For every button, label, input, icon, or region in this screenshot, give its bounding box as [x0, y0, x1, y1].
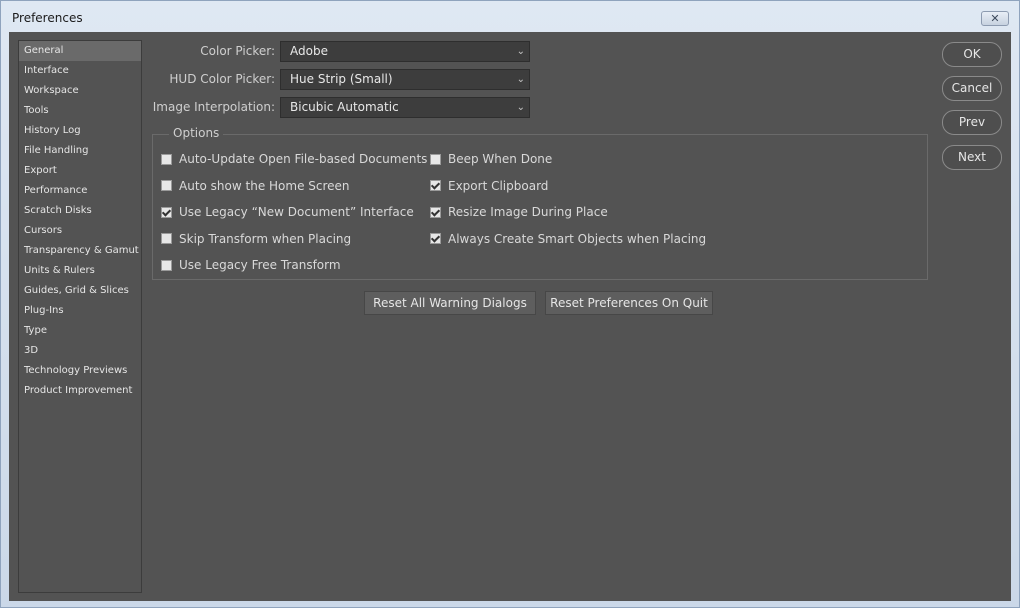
color-picker-value: Adobe	[290, 44, 328, 58]
ok-button[interactable]: OK	[942, 42, 1002, 67]
options-group-label: Options	[169, 126, 224, 140]
sidebar-item-guides-grid-slices[interactable]: Guides, Grid & Slices	[19, 281, 141, 301]
checkbox-unchecked[interactable]	[161, 180, 172, 191]
option-label: Always Create Smart Objects when Placing	[448, 231, 707, 246]
option-label: Use Legacy “New Document” Interface	[179, 205, 414, 219]
close-button[interactable]: ✕	[981, 11, 1009, 26]
color-picker-label: Color Picker:	[200, 44, 275, 58]
chevron-down-icon: ⌄	[516, 46, 525, 57]
category-list: General Interface Workspace Tools History Lo…	[18, 40, 142, 593]
sidebar-item-scratch-disks[interactable]: Scratch Disks	[19, 201, 141, 221]
sidebar-item-performance[interactable]: Performance	[19, 181, 141, 201]
option-right-2[interactable]: Resize Image During Place	[430, 205, 608, 219]
title-bar[interactable]: Preferences ✕	[1, 1, 1019, 32]
image-interpolation-value: Bicubic Automatic	[290, 100, 399, 114]
option-left-1[interactable]: Auto show the Home Screen	[161, 179, 350, 193]
chevron-down-icon: ⌄	[516, 74, 525, 85]
option-label: Auto-Update Open File-based Documents	[179, 152, 428, 166]
hud-color-picker-value: Hue Strip (Small)	[290, 72, 393, 86]
sidebar-item-units-rulers[interactable]: Units & Rulers	[19, 261, 141, 281]
preferences-window: Preferences ✕ General Interface Workspace T…	[0, 0, 1020, 608]
sidebar-item-type[interactable]: Type	[19, 321, 141, 341]
reset-all-warning-dialogs-button[interactable]: Reset All Warning Dialogs	[364, 291, 536, 315]
option-right-1[interactable]: Export Clipboard	[430, 179, 548, 193]
sidebar-item-history-log[interactable]: History Log	[19, 121, 141, 141]
sidebar-item-tools[interactable]: Tools	[19, 101, 141, 121]
hud-color-picker-label: HUD Color Picker:	[169, 72, 275, 86]
option-label: Skip Transform when Placing	[179, 231, 352, 246]
sidebar-item-3d[interactable]: 3D	[19, 341, 141, 361]
sidebar-item-interface[interactable]: Interface	[19, 61, 141, 81]
next-button[interactable]: Next	[942, 145, 1002, 170]
image-interpolation-label: Image Interpolation:	[152, 100, 275, 114]
hud-color-picker-select[interactable]: Hue Strip (Small) ⌄	[280, 69, 530, 90]
options-group: Options Auto-Update Open File-based Docu…	[152, 126, 928, 280]
sidebar-item-transparency-gamut[interactable]: Transparency & Gamut	[19, 241, 141, 261]
sidebar-item-workspace[interactable]: Workspace	[19, 81, 141, 101]
checkbox-checked[interactable]	[430, 233, 441, 244]
sidebar-item-product-improvement[interactable]: Product Improvement	[19, 381, 141, 401]
sidebar-item-plug-ins[interactable]: Plug-Ins	[19, 301, 141, 321]
checkbox-checked[interactable]	[430, 206, 441, 218]
option-label: Export Clipboard	[448, 178, 549, 193]
prev-button[interactable]: Prev	[942, 110, 1002, 135]
sidebar-item-file-handling[interactable]: File Handling	[19, 141, 141, 161]
checkbox-unchecked[interactable]	[161, 259, 172, 271]
sidebar-item-export[interactable]: Export	[19, 161, 141, 181]
checkbox-unchecked[interactable]	[161, 153, 172, 165]
option-right-0[interactable]: Beep When Done	[430, 152, 552, 166]
close-icon: ✕	[990, 12, 1000, 25]
sidebar-item-technology-previews[interactable]: Technology Previews	[19, 361, 141, 381]
option-label: Resize Image During Place	[448, 205, 608, 219]
option-left-0[interactable]: Auto-Update Open File-based Documents	[161, 152, 427, 166]
sidebar-item-general[interactable]: General	[19, 41, 141, 61]
option-right-3[interactable]: Always Create Smart Objects when Placing	[430, 232, 706, 246]
chevron-down-icon: ⌄	[516, 102, 525, 113]
color-picker-select[interactable]: Adobe ⌄	[280, 41, 530, 62]
checkbox-unchecked[interactable]	[161, 233, 172, 244]
option-left-3[interactable]: Skip Transform when Placing	[161, 232, 351, 246]
option-label: Auto show the Home Screen	[179, 178, 350, 193]
window-title: Preferences	[12, 11, 83, 25]
option-label: Beep When Done	[448, 152, 553, 166]
checkbox-checked[interactable]	[161, 206, 172, 218]
sidebar-item-cursors[interactable]: Cursors	[19, 221, 141, 241]
option-label: Use Legacy Free Transform	[179, 258, 341, 272]
dialog-body: General Interface Workspace Tools History Lo…	[9, 32, 1011, 601]
option-left-4[interactable]: Use Legacy Free Transform	[161, 258, 341, 272]
checkbox-checked[interactable]	[430, 180, 441, 191]
checkbox-unchecked[interactable]	[430, 153, 441, 165]
cancel-button[interactable]: Cancel	[942, 76, 1002, 101]
reset-preferences-on-quit-button[interactable]: Reset Preferences On Quit	[545, 291, 713, 315]
image-interpolation-select[interactable]: Bicubic Automatic ⌄	[280, 97, 530, 118]
option-left-2[interactable]: Use Legacy “New Document” Interface	[161, 205, 414, 219]
